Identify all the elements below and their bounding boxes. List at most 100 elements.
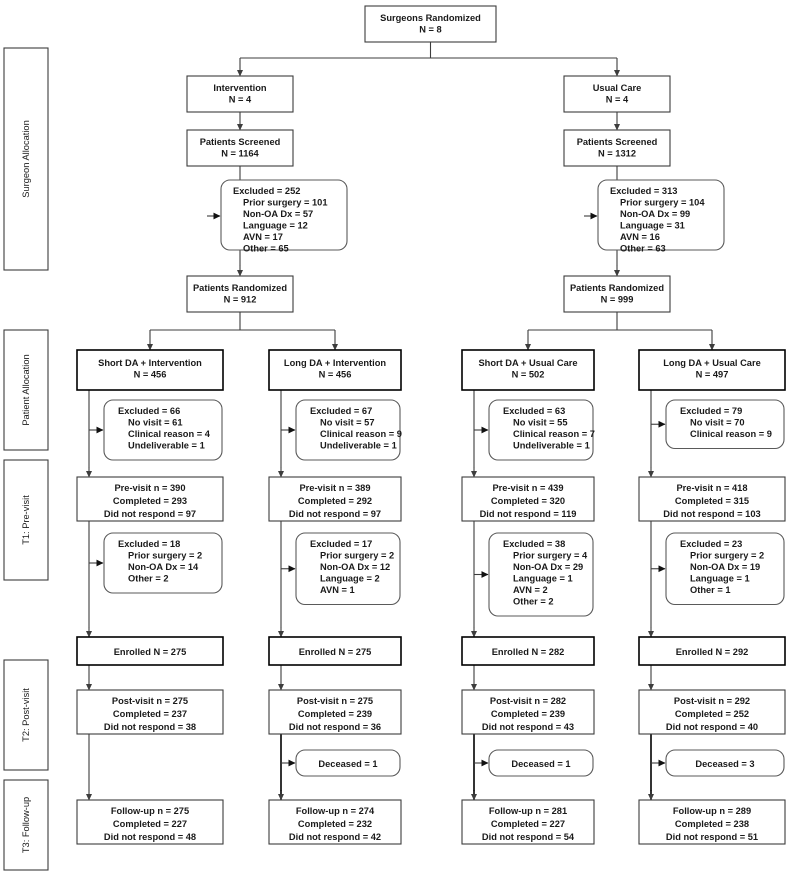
short-da-usual-care-header-line-0: Short DA + Usual Care xyxy=(478,358,577,368)
node-usual-care-allocation: Usual Care N = 4 xyxy=(563,75,671,113)
node-short-da-usual-care-header: Short DA + Usual Care N = 502 xyxy=(461,349,595,391)
long-da-usual-care-excluded-enroll-line-4: Other = 1 xyxy=(690,585,731,595)
node-short-da-intervention-postvisit: Post-visit n = 275 Completed = 237 Did not… xyxy=(76,689,224,735)
stage-label-text: T1: Pre-visit xyxy=(21,495,31,545)
long-da-usual-care-postvisit-line-2: Did not respond = 40 xyxy=(666,722,758,732)
short-da-usual-care-excluded-enroll-line-5: Other = 2 xyxy=(513,597,554,607)
node-long-da-usual-care-followup: Follow-up n = 289 Completed = 238 Did not … xyxy=(638,799,786,845)
long-da-intervention-excluded-pre-line-3: Undeliverable = 1 xyxy=(320,441,397,451)
long-da-intervention-excluded-enroll-line-1: Prior surgery = 2 xyxy=(320,551,394,561)
short-da-usual-care-followup-line-2: Did not respond = 54 xyxy=(482,832,575,842)
short-da-intervention-header-line-0: Short DA + Intervention xyxy=(98,358,202,368)
usual-care-randomized-line-0: Patients Randomized xyxy=(570,283,664,293)
intervention-screen-excluded-line-5: Other = 65 xyxy=(243,244,289,254)
node-layer: Surgeon Allocation Patient Allocation T1: … xyxy=(3,5,786,871)
short-da-intervention-enrolled-line-0: Enrolled N = 275 xyxy=(114,647,187,657)
node-short-da-intervention-excluded-enroll: Excluded = 18 Prior surgery = 2Non-OA Dx … xyxy=(103,532,223,594)
long-da-usual-care-previsit-line-1: Completed = 315 xyxy=(675,496,749,506)
long-da-intervention-previsit-line-0: Pre-visit n = 389 xyxy=(299,483,370,493)
long-da-usual-care-followup-line-1: Completed = 238 xyxy=(675,819,749,829)
short-da-intervention-excluded-pre-line-1: No visit = 61 xyxy=(128,418,183,428)
short-da-intervention-postvisit-line-0: Post-visit n = 275 xyxy=(112,696,188,706)
intervention-screen-excluded-line-2: Non-OA Dx = 57 xyxy=(243,209,313,219)
short-da-intervention-followup-line-1: Completed = 227 xyxy=(113,819,187,829)
short-da-intervention-postvisit-line-1: Completed = 237 xyxy=(113,709,187,719)
stage-label-patient-allocation: Patient Allocation xyxy=(3,329,49,451)
usual-care-randomized-line-1: N = 999 xyxy=(601,295,634,305)
usual-care-screen-excluded-line-5: Other = 63 xyxy=(620,244,666,254)
long-da-intervention-postvisit-line-1: Completed = 239 xyxy=(298,709,372,719)
short-da-usual-care-postvisit-line-2: Did not respond = 43 xyxy=(482,722,574,732)
short-da-intervention-header-line-1: N = 456 xyxy=(134,370,167,380)
long-da-usual-care-postvisit-line-1: Completed = 252 xyxy=(675,709,749,719)
long-da-usual-care-excluded-pre-line-1: No visit = 70 xyxy=(690,418,745,428)
node-long-da-usual-care-excluded-pre: Excluded = 79 No visit = 70Clinical reaso… xyxy=(665,399,785,450)
short-da-usual-care-previsit-line-0: Pre-visit n = 439 xyxy=(492,483,563,493)
short-da-intervention-previsit-line-0: Pre-visit n = 390 xyxy=(114,483,185,493)
node-short-da-usual-care-postvisit: Post-visit n = 282 Completed = 239 Did not… xyxy=(461,689,595,735)
short-da-usual-care-header-line-1: N = 502 xyxy=(512,370,545,380)
node-long-da-intervention-deceased: Deceased = 1 xyxy=(295,749,401,777)
node-long-da-intervention-header: Long DA + Intervention N = 456 xyxy=(268,349,402,391)
short-da-intervention-excluded-pre-line-3: Undeliverable = 1 xyxy=(128,441,205,451)
short-da-intervention-excluded-pre-line-2: Clinical reason = 4 xyxy=(128,429,211,439)
node-long-da-intervention-excluded-enroll: Excluded = 17 Prior surgery = 2Non-OA Dx … xyxy=(295,532,401,606)
long-da-intervention-followup-line-2: Did not respond = 42 xyxy=(289,832,381,842)
node-long-da-intervention-previsit: Pre-visit n = 389 Completed = 292 Did not … xyxy=(268,476,402,522)
node-short-da-intervention-header: Short DA + Intervention N = 456 xyxy=(76,349,224,391)
long-da-usual-care-enrolled-line-0: Enrolled N = 292 xyxy=(676,647,749,657)
short-da-usual-care-enrolled-line-0: Enrolled N = 282 xyxy=(492,647,565,657)
node-long-da-intervention-excluded-pre: Excluded = 67 No visit = 57Clinical reaso… xyxy=(295,399,402,461)
node-short-da-usual-care-excluded-enroll: Excluded = 38 Prior surgery = 4Non-OA Dx … xyxy=(488,532,594,617)
short-da-intervention-postvisit-line-2: Did not respond = 38 xyxy=(104,722,196,732)
node-usual-care-randomized: Patients Randomized N = 999 xyxy=(563,275,671,313)
long-da-usual-care-header-line-1: N = 497 xyxy=(696,370,729,380)
long-da-intervention-previsit-line-2: Did not respond = 97 xyxy=(289,509,381,519)
long-da-usual-care-followup-line-0: Follow-up n = 289 xyxy=(673,806,751,816)
short-da-usual-care-deceased-line-0: Deceased = 1 xyxy=(511,759,570,769)
stage-label-text: Surgeon Allocation xyxy=(21,120,31,198)
usual-care-screened-line-0: Patients Screened xyxy=(577,137,658,147)
long-da-usual-care-header-line-0: Long DA + Usual Care xyxy=(663,358,761,368)
node-intervention-allocation: Intervention N = 4 xyxy=(186,75,294,113)
node-intervention-randomized: Patients Randomized N = 912 xyxy=(186,275,294,313)
node-long-da-intervention-enrolled: Enrolled N = 275 xyxy=(268,636,402,666)
long-da-intervention-excluded-enroll-line-3: Language = 2 xyxy=(320,574,380,584)
long-da-intervention-excluded-pre-line-2: Clinical reason = 9 xyxy=(320,429,402,439)
consort-flow-diagram: Surgeon Allocation Patient Allocation T1: … xyxy=(0,0,800,874)
intervention-allocation-line-0: Intervention xyxy=(213,83,267,93)
short-da-intervention-followup-line-0: Follow-up n = 275 xyxy=(111,806,189,816)
short-da-usual-care-excluded-pre-line-2: Clinical reason = 7 xyxy=(513,429,595,439)
short-da-usual-care-previsit-line-2: Did not respond = 119 xyxy=(480,509,577,519)
short-da-usual-care-postvisit-line-1: Completed = 239 xyxy=(491,709,565,719)
long-da-usual-care-previsit-line-2: Did not respond = 103 xyxy=(663,509,760,519)
short-da-usual-care-excluded-enroll-line-0: Excluded = 38 xyxy=(503,539,565,549)
long-da-usual-care-excluded-enroll-line-2: Non-OA Dx = 19 xyxy=(690,562,760,572)
short-da-intervention-excluded-enroll-line-3: Other = 2 xyxy=(128,574,169,584)
short-da-usual-care-excluded-enroll-line-2: Non-OA Dx = 29 xyxy=(513,562,583,572)
short-da-usual-care-excluded-pre-line-0: Excluded = 63 xyxy=(503,406,565,416)
stage-label-surgeon-allocation: Surgeon Allocation xyxy=(3,47,49,271)
stage-label-t1-pre-visit: T1: Pre-visit xyxy=(3,459,49,581)
node-short-da-usual-care-deceased: Deceased = 1 xyxy=(488,749,594,777)
short-da-intervention-excluded-pre-line-0: Excluded = 66 xyxy=(118,406,180,416)
short-da-intervention-excluded-enroll-line-1: Prior surgery = 2 xyxy=(128,551,202,561)
stage-label-text: T2: Post-visit xyxy=(21,688,31,742)
node-short-da-usual-care-enrolled: Enrolled N = 282 xyxy=(461,636,595,666)
node-long-da-intervention-followup: Follow-up n = 274 Completed = 232 Did not … xyxy=(268,799,402,845)
node-long-da-intervention-postvisit: Post-visit n = 275 Completed = 239 Did not… xyxy=(268,689,402,735)
long-da-intervention-postvisit-line-0: Post-visit n = 275 xyxy=(297,696,373,706)
usual-care-allocation-line-0: Usual Care xyxy=(593,83,642,93)
intervention-screen-excluded-line-4: AVN = 17 xyxy=(243,232,283,242)
long-da-intervention-excluded-enroll-line-2: Non-OA Dx = 12 xyxy=(320,562,390,572)
node-long-da-usual-care-deceased: Deceased = 3 xyxy=(665,749,785,777)
long-da-intervention-followup-line-1: Completed = 232 xyxy=(298,819,372,829)
node-usual-care-screen-excluded: Excluded = 313 Prior surgery = 104Non-OA … xyxy=(597,179,725,254)
long-da-intervention-previsit-line-1: Completed = 292 xyxy=(298,496,372,506)
node-long-da-usual-care-excluded-enroll: Excluded = 23 Prior surgery = 2Non-OA Dx … xyxy=(665,532,785,606)
stage-label-t2-post-visit: T2: Post-visit xyxy=(3,659,49,771)
long-da-intervention-followup-line-0: Follow-up n = 274 xyxy=(296,806,375,816)
intervention-screened-line-1: N = 1164 xyxy=(221,149,259,159)
long-da-intervention-enrolled-line-0: Enrolled N = 275 xyxy=(299,647,372,657)
short-da-usual-care-excluded-pre-line-1: No visit = 55 xyxy=(513,418,568,428)
